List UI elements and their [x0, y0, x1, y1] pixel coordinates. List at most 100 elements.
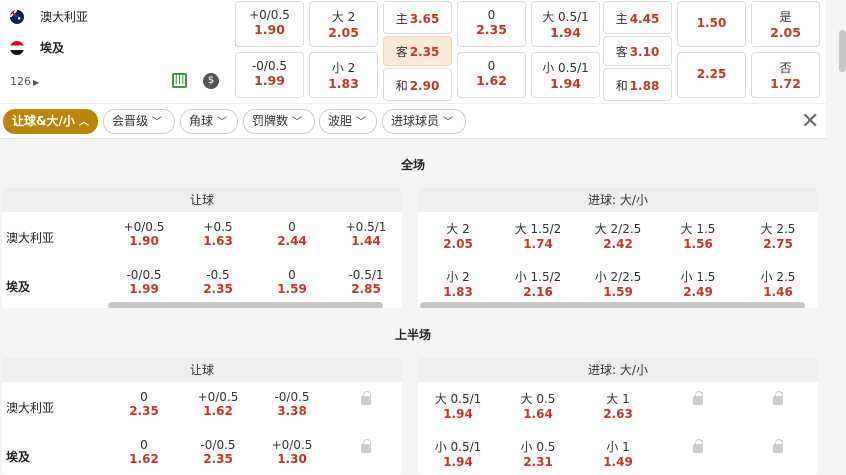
filter-bar: 让球&大/小 ︿ 会晋级 ﹀ 角球 ﹀ 罚牌数 ﹀ 波胆 ﹀ 进球球员 ﹀ ✕	[0, 103, 826, 139]
odds-cell[interactable]: 0 2.35	[106, 390, 182, 418]
odds-cell[interactable]: 小 1.5 2.49	[660, 268, 736, 299]
row-team-away: 埃及	[6, 450, 31, 464]
odds-cell[interactable]: -0/0.5 2.35	[180, 438, 256, 466]
odds-cell-selected[interactable]: 客 2.35	[383, 36, 452, 66]
odds-cell[interactable]: 0 2.44	[254, 220, 330, 248]
australia-flag-icon	[10, 9, 24, 24]
odds-cell[interactable]: 2.25	[677, 52, 746, 98]
lock-icon	[693, 391, 703, 405]
panel-header: 进球: 大/小	[418, 358, 818, 382]
section-title-firsthalf: 上半场	[394, 328, 431, 342]
filter-goalscorer[interactable]: 进球球员 ﹀	[382, 109, 466, 134]
odds-cell[interactable]: 是 2.05	[751, 1, 820, 47]
odds-cell[interactable]: 0 1.59	[254, 268, 330, 296]
odds-cell[interactable]: 小 0.5 2.31	[500, 438, 576, 469]
odds-cell[interactable]: 大 0.5 1.64	[500, 390, 576, 421]
odds-cell[interactable]: 和 2.90	[383, 68, 452, 101]
dollar-icon[interactable]: $	[203, 73, 219, 89]
lock-icon	[361, 439, 371, 453]
odds-cell[interactable]: 小 2.5 1.46	[740, 268, 816, 299]
locked-cell	[660, 390, 736, 408]
odds-cell[interactable]: +0/0.5 1.30	[254, 438, 330, 466]
odds-cell[interactable]: +0/0.5 1.90	[235, 1, 304, 47]
odds-cell[interactable]: -0/0.5 1.99	[235, 52, 304, 98]
filter-correct-score[interactable]: 波胆 ﹀	[319, 109, 377, 134]
odds-cell[interactable]: 0 1.62	[457, 52, 526, 98]
odds-cell[interactable]: 主 3.65	[383, 1, 452, 34]
odds-cell[interactable]: 1.50	[677, 1, 746, 47]
firsthalf-totals-panel: 进球: 大/小 大 0.5/1 1.94 大 0.5 1.64 大 1 2.63 小 …	[418, 358, 818, 475]
odds-cell[interactable]: 大 1.5 1.56	[660, 220, 736, 251]
odds-cell[interactable]: 小 0.5/1 1.94	[420, 438, 496, 469]
odds-cell[interactable]: 大 1.5/2 1.74	[500, 220, 576, 251]
section-title-fulltime: 全场	[400, 158, 425, 172]
home-team[interactable]: 澳大利亚	[10, 8, 88, 25]
panel-header: 让球	[2, 188, 402, 212]
filter-corners[interactable]: 角球 ﹀	[180, 109, 238, 134]
egypt-flag-icon	[10, 40, 24, 55]
odds-cell[interactable]: 大 0.5/1 1.94	[531, 1, 600, 47]
chevron-down-icon: ﹀	[356, 117, 367, 128]
odds-cell[interactable]: 大 0.5/1 1.94	[420, 390, 496, 421]
stats-icon[interactable]: |||	[172, 73, 187, 88]
odds-cell[interactable]: 小 2 1.83	[309, 52, 378, 98]
away-team-name: 埃及	[40, 41, 65, 55]
more-markets-link[interactable]: 126 ▶	[10, 75, 39, 88]
odds-cell[interactable]: +0.5 1.63	[180, 220, 256, 248]
odds-cell[interactable]: +0/0.5 1.62	[180, 390, 256, 418]
odds-cell[interactable]: 客 3.10	[603, 36, 672, 66]
odds-cell[interactable]: 大 2 2.05	[420, 220, 496, 251]
odds-cell[interactable]: 否 1.72	[751, 52, 820, 98]
odds-cell[interactable]: 小 1.5/2 2.16	[500, 268, 576, 299]
odds-cell[interactable]: 小 2/2.5 1.59	[580, 268, 656, 299]
odds-cell[interactable]: 0 1.62	[106, 438, 182, 466]
odds-cell[interactable]: 大 1 2.63	[580, 390, 656, 421]
fulltime-handicap-panel: 让球 澳大利亚 埃及 +0/0.5 1.90 +0.5 1.63 0 2.44 +0.…	[2, 188, 402, 308]
odds-cell[interactable]: -0.5 2.35	[180, 268, 256, 296]
odds-cell[interactable]: 小 1 1.49	[580, 438, 656, 469]
panel-header: 让球	[2, 358, 402, 382]
odds-cell[interactable]: 和 1.88	[603, 68, 672, 101]
away-team[interactable]: 埃及	[10, 39, 64, 56]
odds-cell[interactable]: 小 2 1.83	[420, 268, 496, 299]
filter-handicap-total[interactable]: 让球&大/小 ︿	[3, 109, 98, 134]
row-team-home: 澳大利亚	[6, 401, 55, 415]
chevron-up-icon: ︿	[78, 117, 89, 128]
vertical-scrollbar[interactable]	[839, 30, 846, 72]
horizontal-scrollbar[interactable]	[420, 302, 805, 308]
odds-cell[interactable]: 0 2.35	[457, 1, 526, 47]
chevron-down-icon: ﹀	[443, 117, 454, 128]
odds-cell[interactable]: 大 2 2.05	[309, 1, 378, 47]
fulltime-totals-panel: 进球: 大/小 大 2 2.05 大 1.5/2 1.74 大 2/2.5 2.42 …	[418, 188, 818, 308]
locked-cell	[740, 438, 816, 456]
locked-cell	[328, 438, 402, 456]
match-header: 澳大利亚 埃及 126▶ ||| $ ☝ +0/0.51.90 大 22.05 …	[0, 0, 826, 103]
locked-cell	[740, 390, 816, 408]
odds-cell[interactable]: -0/0.5 1.99	[106, 268, 182, 296]
chevron-down-icon: ﹀	[217, 117, 228, 128]
market-count: 126	[10, 75, 31, 88]
chevron-down-icon: ﹀	[292, 117, 303, 128]
horizontal-scrollbar[interactable]	[108, 302, 383, 308]
odds-cell[interactable]: 主 4.45	[603, 1, 672, 34]
panel-header: 进球: 大/小	[418, 188, 818, 212]
locked-cell	[660, 438, 736, 456]
locked-cell	[328, 390, 402, 408]
odds-cell[interactable]: 小 0.5/1 1.94	[531, 52, 600, 98]
close-icon[interactable]: ✕	[801, 111, 819, 133]
caret-right-icon: ▶	[33, 78, 40, 87]
chevron-down-icon: ﹀	[152, 117, 163, 128]
filter-cards[interactable]: 罚牌数 ﹀	[243, 109, 315, 134]
lock-icon	[773, 439, 783, 453]
odds-cell[interactable]: +0.5/1 1.44	[328, 220, 402, 248]
odds-cell[interactable]: -0.5/1 2.85	[328, 268, 402, 296]
home-team-name: 澳大利亚	[40, 10, 89, 24]
odds-cell[interactable]: 大 2/2.5 2.42	[580, 220, 656, 251]
odds-page: 澳大利亚 埃及 126▶ ||| $ ☝ +0/0.51.90 大 22.05 …	[0, 0, 846, 475]
odds-cell[interactable]: -0/0.5 3.38	[254, 390, 330, 418]
odds-cell[interactable]: 大 2.5 2.75	[740, 220, 816, 251]
row-team-home: 澳大利亚	[6, 231, 55, 245]
firsthalf-handicap-panel: 让球 澳大利亚 埃及 0 2.35 +0/0.5 1.62 -0/0.5 3.38 0…	[2, 358, 402, 475]
odds-cell[interactable]: +0/0.5 1.90	[106, 220, 182, 248]
filter-advance[interactable]: 会晋级 ﹀	[103, 109, 175, 134]
